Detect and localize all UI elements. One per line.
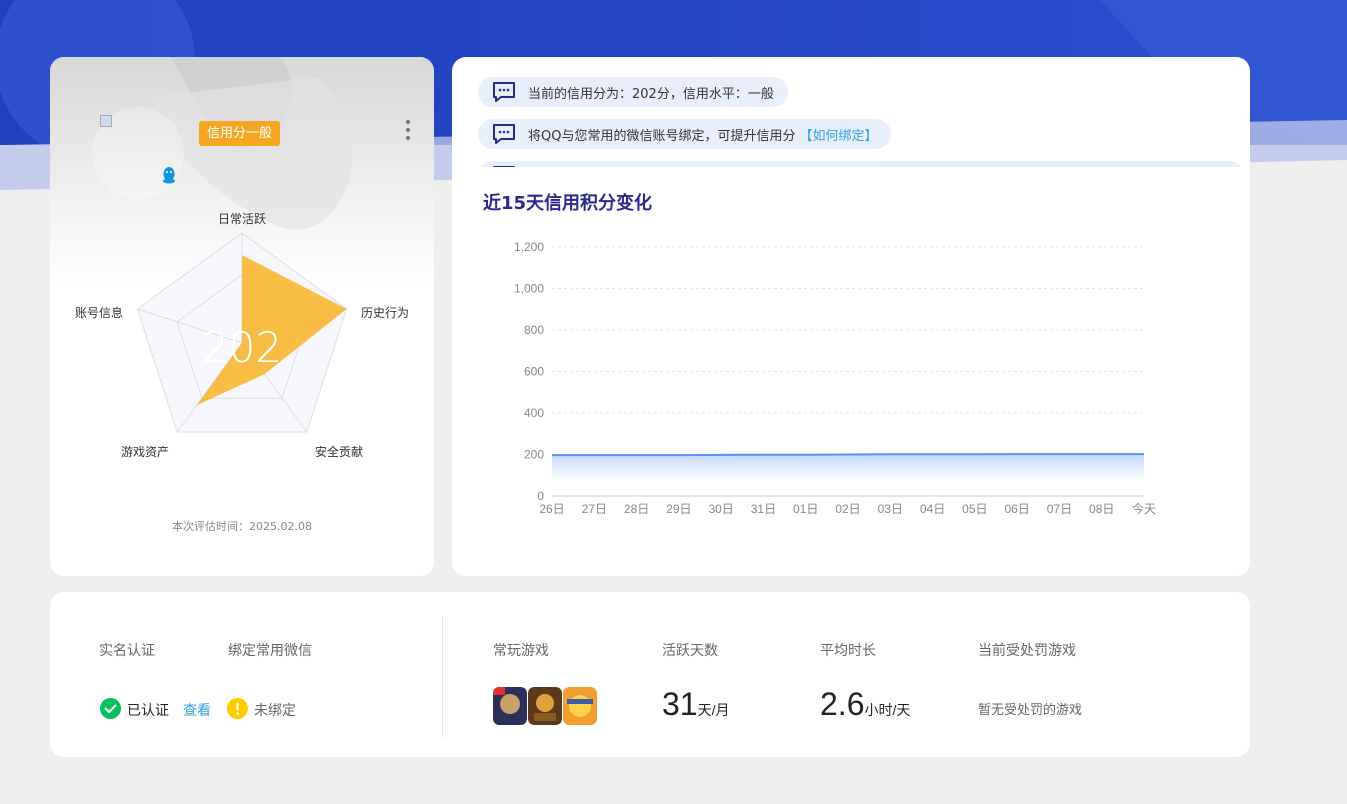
radar-label-game-assets: 游戏资产 (121, 445, 169, 459)
x-tick-label: 03日 (878, 502, 903, 516)
y-tick-label: 600 (524, 365, 544, 379)
notice-list: 当前的信用分为：202分，信用水平：一般 将QQ与您常用的微信账号绑定，可提升信… (478, 77, 1248, 167)
avg-duration: 2.6小时/天 (820, 686, 910, 723)
wechat-bind-label: 绑定常用微信 (228, 643, 312, 659)
qq-icon (163, 167, 175, 184)
radar-label-security-contribution: 安全贡献 (315, 444, 363, 459)
x-tick-label: 06日 (1004, 502, 1029, 516)
radar-label-account-info: 账号信息 (75, 305, 123, 320)
x-tick-label: 02日 (835, 502, 860, 516)
x-tick-label: 01日 (793, 502, 818, 516)
evaluation-time: 本次评估时间：2025.02.08 (172, 520, 312, 533)
game-icon-naruto[interactable] (563, 687, 597, 725)
notice-item-partial (478, 161, 1244, 167)
x-tick-label: 05日 (962, 502, 987, 516)
x-tick-label: 26日 (539, 502, 564, 516)
active-days: 31天/月 (662, 686, 729, 723)
frequent-games-list (493, 687, 597, 727)
x-tick-label: 31日 (751, 502, 776, 516)
notice-item: 将QQ与您常用的微信账号绑定，可提升信用分 【如何绑定】 (478, 119, 892, 149)
notice-item: 当前的信用分为：202分，信用水平：一般 (478, 77, 788, 107)
chart-title: 近15天信用积分变化 (483, 193, 653, 214)
y-tick-label: 200 (524, 448, 544, 462)
x-tick-label: 29日 (666, 502, 691, 516)
message-icon (493, 124, 515, 144)
penalty-games-label: 当前受处罚游戏 (978, 643, 1076, 659)
x-tick-label: 28日 (624, 502, 649, 516)
avatar (92, 107, 184, 199)
x-tick-label: 27日 (582, 502, 607, 516)
chart-series-line (552, 453, 1144, 457)
wechat-bind-status: 未绑定 (254, 703, 296, 719)
game-icon-honor-of-kings[interactable] (493, 687, 527, 725)
real-name-label: 实名认证 (99, 643, 155, 659)
credit-trend-chart: 0 200 400 600 800 1,000 1,200 26日 27日 28日 29日 30日 3… (514, 240, 1156, 516)
y-tick-label: 1,000 (514, 282, 544, 296)
credit-profile-card: 信用分一般 202 日常活跃 历史行为 安全贡献 游戏资产 账号信息 本次评估时… (50, 57, 434, 576)
y-tick-label: 800 (524, 323, 544, 337)
game-icon-warrior[interactable] (528, 687, 562, 725)
notice-text: 将QQ与您常用的微信账号绑定，可提升信用分 (528, 128, 796, 144)
radar-label-daily-active: 日常活跃 (218, 212, 266, 226)
notice-text: 当前的信用分为：202分，信用水平：一般 (528, 86, 774, 102)
penalty-games-value: 暂无受处罚的游戏 (978, 703, 1083, 718)
x-tick-label: 07日 (1047, 502, 1072, 516)
how-to-bind-link[interactable]: 【如何绑定】 (799, 125, 877, 144)
view-verification-link[interactable]: 查看 (183, 700, 211, 720)
avg-duration-value: 2.6 (820, 686, 865, 722)
message-icon (493, 82, 515, 102)
credit-level-badge: 信用分一般 (199, 121, 281, 146)
verified-check-icon (100, 698, 121, 719)
active-days-label: 活跃天数 (662, 643, 718, 659)
real-name-status: 已认证 (127, 703, 169, 719)
x-tick-label: 今天 (1132, 501, 1156, 516)
chart-area-fill (552, 454, 1144, 481)
account-stats-card: 实名认证 绑定常用微信 已认证 查看 未绑定 常玩游戏 活跃天数 31天/月 平… (50, 592, 1250, 757)
credit-score-value: 202 (202, 323, 282, 372)
avg-duration-label: 平均时长 (820, 643, 876, 659)
stats-divider (442, 616, 443, 738)
active-days-value: 31 (662, 686, 698, 722)
avg-duration-unit: 小时/天 (864, 702, 911, 718)
x-tick-label: 30日 (708, 502, 733, 516)
x-tick-label: 08日 (1089, 502, 1114, 516)
y-tick-label: 1,200 (514, 240, 544, 254)
radar-label-history-behavior: 历史行为 (361, 306, 409, 320)
credit-radar-chart: 202 日常活跃 历史行为 安全贡献 游戏资产 账号信息 (75, 212, 409, 459)
message-icon (493, 166, 515, 167)
credit-trend-card: 当前的信用分为：202分，信用水平：一般 将QQ与您常用的微信账号绑定，可提升信… (452, 57, 1250, 576)
y-tick-label: 0 (537, 489, 544, 503)
more-icon[interactable] (402, 119, 414, 141)
active-days-unit: 天/月 (697, 702, 730, 718)
y-tick-label: 400 (524, 406, 544, 420)
x-tick-label: 04日 (920, 502, 945, 516)
warning-icon (227, 698, 248, 719)
frequent-games-label: 常玩游戏 (493, 643, 549, 659)
